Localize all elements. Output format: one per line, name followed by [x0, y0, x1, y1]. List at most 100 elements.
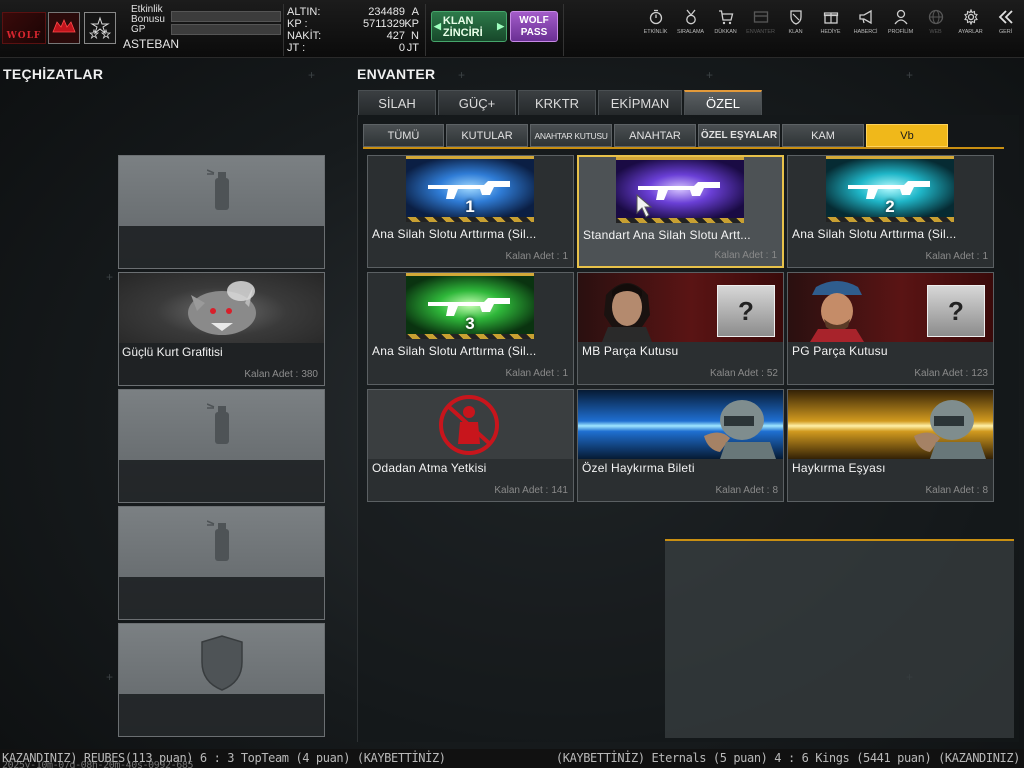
subtab-label: ANAHTAR	[629, 129, 681, 142]
arrow-right-icon: ▶	[497, 21, 504, 31]
slot-number: 1	[465, 197, 475, 216]
inventory-item[interactable]: Özel Haykırma Bileti Kalan Adet :8	[577, 389, 784, 502]
subtab-label: ANAHTAR KUTUSU	[534, 130, 608, 141]
divider	[283, 4, 284, 56]
subtab-etc[interactable]: Vb	[866, 124, 948, 147]
mystery-box-icon: ?	[717, 285, 775, 337]
nav-label: GERİ	[998, 29, 1013, 35]
nav-event[interactable]: ETKİNLİK	[638, 8, 673, 48]
plus-marker: +	[906, 68, 914, 82]
item-name: Standart Ana Silah Slotu Artt...	[583, 228, 751, 242]
inventory-item[interactable]: ? MB Parça Kutusu Kalan Adet :52	[577, 272, 784, 385]
nav-label: SIRALAMA	[676, 29, 704, 35]
subtab-cam[interactable]: KAM	[782, 124, 864, 147]
tab-character[interactable]: KRKTR	[518, 90, 596, 115]
divider	[425, 4, 426, 56]
equipment-title: TEÇHİZATLAR	[3, 66, 104, 82]
equipment-slot[interactable]	[118, 506, 325, 620]
item-qty: Kalan Adet :1	[503, 251, 569, 262]
subtab-label: TÜMÜ	[387, 129, 420, 142]
nav-messenger[interactable]: HABERCİ	[848, 8, 883, 48]
slot-footer	[119, 694, 324, 736]
inventory-item-selected[interactable]: Standart Ana Silah Slotu Artt... Kalan A…	[577, 155, 784, 268]
item-art	[578, 390, 783, 459]
stopwatch-icon	[647, 8, 665, 26]
cursor-icon	[636, 193, 653, 218]
nav-profile[interactable]: PROFİLİM	[883, 8, 918, 48]
nav-back[interactable]: GERİ	[988, 8, 1023, 48]
qty-label: Kalan Adet :	[505, 251, 560, 262]
currency-value: 234489	[368, 6, 405, 18]
tab-weapon[interactable]: SİLAH	[358, 90, 436, 115]
logo-text: WOLF	[6, 31, 42, 41]
qty-value: 52	[766, 368, 778, 379]
nav-label: ETKİNLİK	[643, 29, 668, 35]
qty-label: Kalan Adet :	[914, 368, 969, 379]
subtab-all[interactable]: TÜMÜ	[363, 124, 444, 147]
wolf-pass-button[interactable]: WOLF PASS	[510, 11, 558, 42]
qty-value: 123	[971, 368, 988, 379]
weapon-slot-card: 2	[826, 156, 954, 222]
equipment-item-qty: Kalan Adet :380	[241, 369, 318, 380]
nav-shop[interactable]: DÜKKAN	[708, 8, 743, 48]
qty-label: Kalan Adet :	[505, 368, 560, 379]
plus-marker: +	[106, 670, 114, 684]
character-portrait-icon	[810, 281, 864, 342]
slot-footer	[119, 460, 324, 502]
tab-special[interactable]: ÖZEL	[684, 90, 762, 115]
clan-shield-icon	[787, 8, 805, 26]
rank-badge[interactable]	[84, 12, 116, 44]
subtab-boxes[interactable]: KUTULAR	[446, 124, 528, 147]
subtab-special-items[interactable]: ÖZEL EŞYALAR	[698, 124, 780, 147]
inventory-item[interactable]: Haykırma Eşyası Kalan Adet :8	[787, 389, 994, 502]
inventory-icon	[752, 8, 770, 26]
item-qty: Kalan Adet :8	[713, 485, 779, 496]
nav-web[interactable]: WEB	[918, 8, 953, 48]
subtab-underline	[363, 147, 1004, 149]
tab-equipment[interactable]: EKİPMAN	[598, 90, 682, 115]
event-bonus-bar	[171, 11, 281, 22]
equipment-slot[interactable]	[118, 155, 325, 269]
tab-label: EKİPMAN	[610, 95, 670, 111]
item-qty: Kalan Adet :52	[707, 368, 778, 379]
subtab-label: ÖZEL EŞYALAR	[700, 130, 778, 141]
shield-icon	[200, 635, 243, 691]
gp-label: GP	[131, 24, 146, 35]
equipment-slot-graffiti[interactable]: Güçlü Kurt Grafitisi Kalan Adet :380	[118, 272, 325, 386]
currency-value: 5711329	[362, 18, 405, 30]
currency-row-jt: JT : 0 JT	[287, 42, 419, 54]
slot-number: 3	[465, 314, 475, 333]
equipment-slot[interactable]	[118, 623, 325, 737]
clan-emblem[interactable]	[48, 12, 80, 44]
currency-label: ALTIN:	[287, 6, 321, 18]
inventory-sub-tabs: TÜMÜ KUTULAR ANAHTAR KUTUSU ANAHTAR ÖZEL…	[363, 124, 950, 148]
item-qty: Kalan Adet :1	[923, 251, 989, 262]
inventory-item[interactable]: 3 Ana Silah Slotu Arttırma (Sil... Kalan…	[367, 272, 574, 385]
spray-can-icon	[206, 520, 229, 561]
nav-gift[interactable]: HEDİYE	[813, 8, 848, 48]
medal-icon	[682, 8, 700, 26]
nav-settings[interactable]: AYARLAR	[953, 8, 988, 48]
equipment-slot[interactable]	[118, 389, 325, 503]
inventory-item[interactable]: 2 Ana Silah Slotu Arttırma (Sil... Kalan…	[787, 155, 994, 268]
nav-ranking[interactable]: SIRALAMA	[673, 8, 708, 48]
divider	[563, 4, 564, 56]
slot-footer	[119, 226, 324, 268]
currency-value: 0	[398, 42, 405, 54]
inventory-item[interactable]: 1 Ana Silah Slotu Arttırma (Sil... Kalan…	[367, 155, 574, 268]
clan-chain-button[interactable]: ◀ KLAN ZİNCİRİ ▶	[431, 11, 507, 42]
subtab-key-box[interactable]: ANAHTAR KUTUSU	[530, 124, 612, 147]
nav-clan[interactable]: KLAN	[778, 8, 813, 48]
nav-inventory[interactable]: ENVANTER	[743, 8, 778, 48]
item-art	[368, 390, 573, 459]
tab-power[interactable]: GÜÇ+	[438, 90, 516, 115]
item-qty: Kalan Adet :1	[712, 250, 778, 261]
nav-label: AYARLAR	[958, 29, 983, 35]
mystery-box-icon: ?	[927, 285, 985, 337]
soldier-shout-icon	[704, 400, 776, 459]
spray-can-icon	[206, 169, 229, 210]
inventory-item[interactable]: Odadan Atma Yetkisi Kalan Adet :141	[367, 389, 574, 502]
subtab-key[interactable]: ANAHTAR	[614, 124, 696, 147]
item-name: Odadan Atma Yetkisi	[372, 461, 487, 475]
inventory-item[interactable]: ? PG Parça Kutusu Kalan Adet :123	[787, 272, 994, 385]
